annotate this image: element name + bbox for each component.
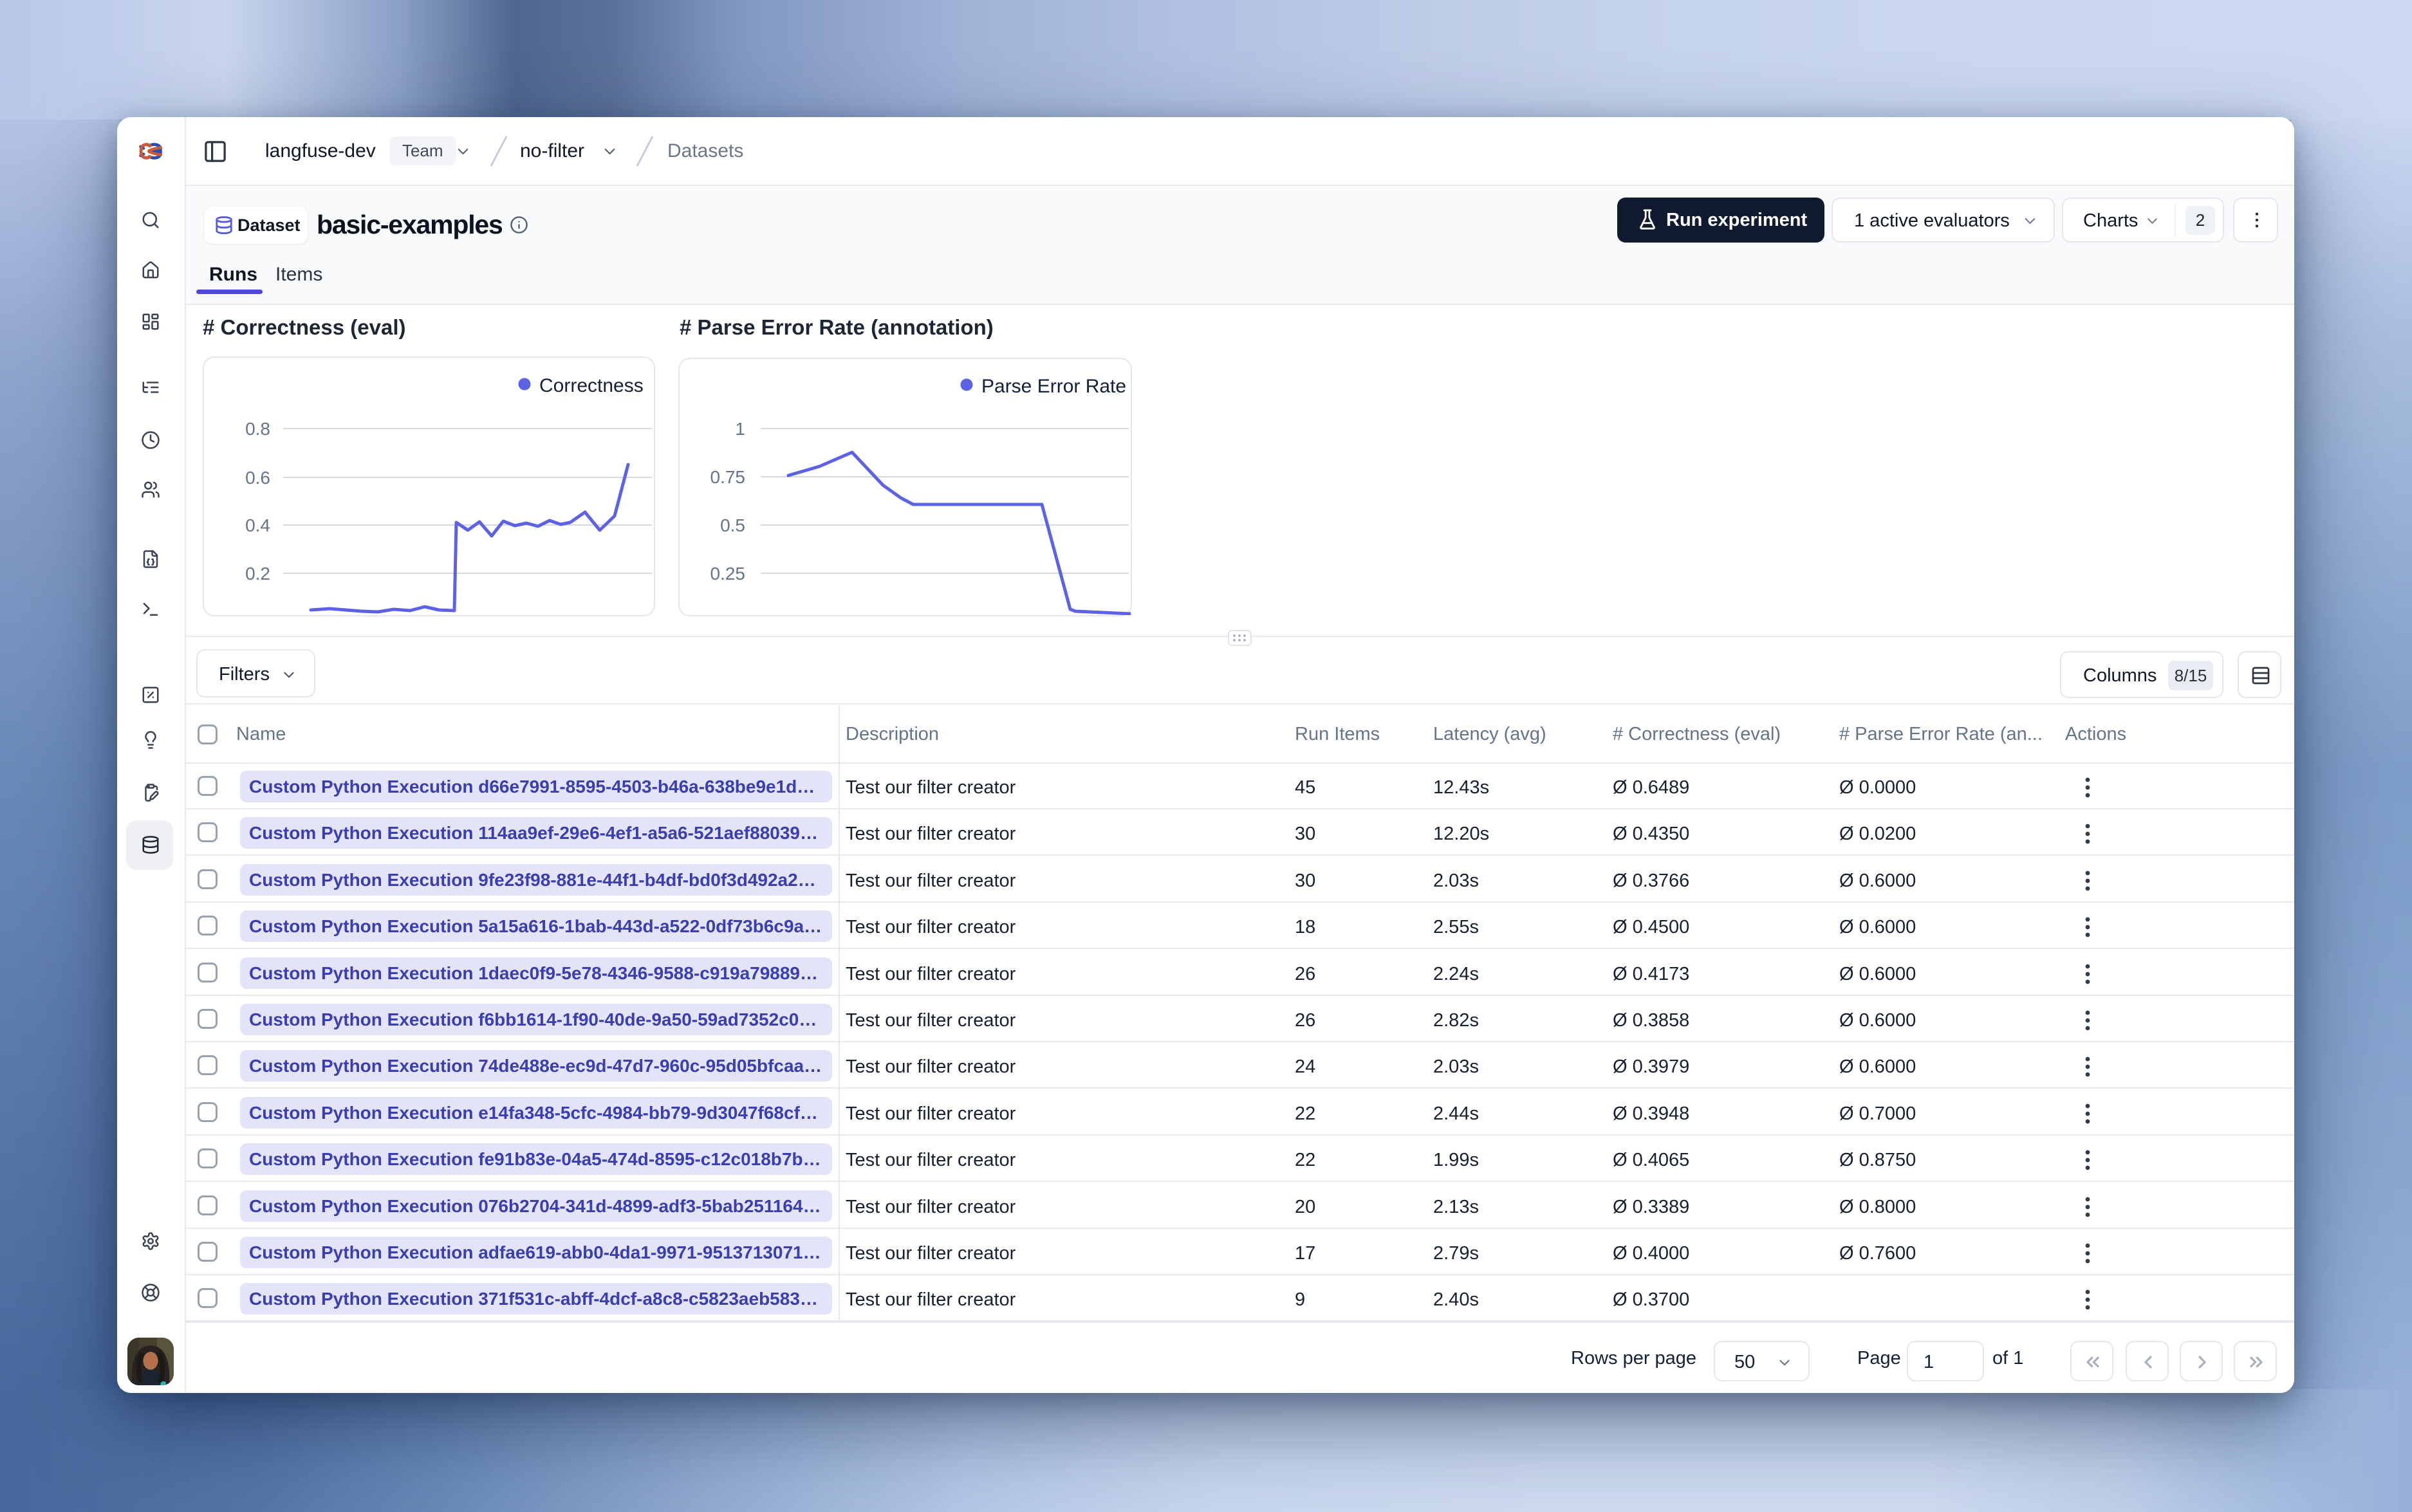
- svg-text:0.75: 0.75: [710, 467, 746, 487]
- svg-text:0.2: 0.2: [245, 564, 270, 584]
- svg-text:0.8: 0.8: [245, 419, 270, 439]
- svg-text:0.4: 0.4: [245, 515, 270, 535]
- svg-text:Parse Error Rate: Parse Error Rate: [981, 376, 1126, 397]
- svg-text:1: 1: [735, 419, 745, 439]
- svg-text:0.25: 0.25: [710, 564, 746, 584]
- svg-text:0.5: 0.5: [720, 515, 745, 535]
- svg-text:0.6: 0.6: [245, 468, 270, 488]
- svg-text:Correctness: Correctness: [539, 375, 644, 396]
